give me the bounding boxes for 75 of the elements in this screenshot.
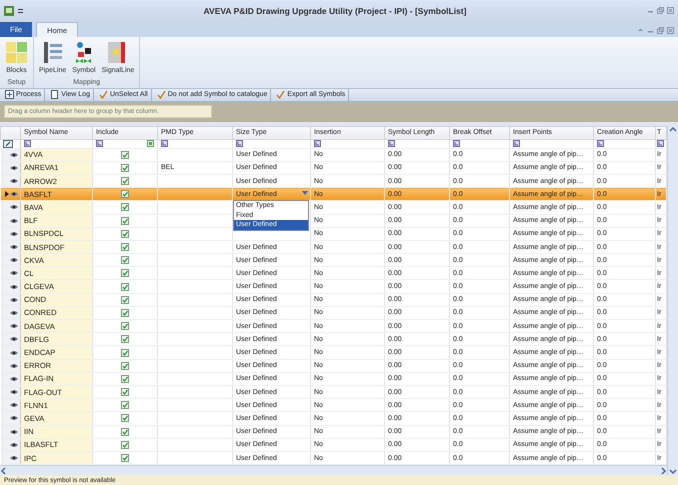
eye-icon[interactable] [10,270,18,276]
checkbox[interactable] [121,177,129,186]
menu-icon[interactable] [18,8,23,14]
row-pointer-icon [5,191,9,198]
checkbox[interactable] [121,362,129,370]
eye-icon[interactable] [10,310,18,316]
grid-icon [5,40,28,64]
edit-icon[interactable] [2,140,12,148]
eye-icon[interactable] [10,204,18,210]
eye-icon[interactable] [10,415,18,422]
eye-icon[interactable] [10,350,18,356]
filter-icon[interactable] [388,140,395,148]
checkbox[interactable] [121,269,129,278]
checkbox[interactable] [121,150,129,159]
checkbox[interactable] [121,216,129,225]
scroll-right-icon[interactable] [659,466,667,475]
eye-icon[interactable] [10,296,18,303]
checkbox[interactable] [121,164,129,172]
checkbox[interactable] [121,335,129,344]
checkbox[interactable] [121,348,129,357]
checkbox[interactable] [121,388,129,396]
eye-icon[interactable] [10,230,18,237]
checkbox[interactable] [121,282,129,291]
eye-icon[interactable] [10,336,18,342]
eye-icon[interactable] [10,257,18,264]
page-icon [50,90,60,100]
eye-icon[interactable] [10,389,18,396]
checkbox[interactable] [121,230,129,238]
checkbox[interactable] [121,190,129,198]
check-icon [156,90,166,100]
checkbox[interactable] [121,322,129,330]
checkbox[interactable] [121,243,129,252]
eye-icon[interactable] [10,428,18,435]
filter-icon[interactable] [657,140,664,148]
eye-icon[interactable] [10,323,18,330]
filter-icon[interactable] [597,140,604,148]
filter-icon[interactable] [513,140,520,148]
eye-icon[interactable] [10,455,18,462]
eye-icon[interactable] [10,402,18,408]
dropdown-arrow-icon[interactable] [302,191,308,196]
filter-icon[interactable] [24,140,31,148]
eye-icon[interactable] [10,152,18,158]
checkbox[interactable] [121,203,129,212]
checkbox[interactable] [121,296,129,304]
scroll-up-icon[interactable] [669,126,677,134]
filter-icon[interactable] [161,140,168,148]
eye-icon[interactable] [10,442,18,448]
eye-icon[interactable] [10,284,18,290]
checkbox[interactable] [121,374,129,383]
filter-icon[interactable] [96,140,103,148]
filter-icon[interactable] [314,140,321,148]
checkbox[interactable] [121,454,129,462]
checkbox[interactable] [121,401,129,410]
checkbox[interactable] [121,440,129,449]
window-title: AVEVA P&ID Drawing Upgrade Utility (Project - IPI) - [SymbolList] [202,6,468,16]
pipes-icon [41,40,64,64]
filter-icon[interactable] [453,140,460,148]
eye-icon[interactable] [10,164,18,171]
app-icon[interactable] [4,6,14,16]
eye-icon[interactable] [10,376,18,382]
checkbox-icon[interactable] [147,140,154,148]
checkbox[interactable] [121,256,129,264]
plus-icon [5,90,14,100]
eye-icon[interactable] [10,178,18,184]
eye-icon[interactable] [10,218,18,224]
scroll-down-icon[interactable] [669,467,677,476]
check-icon [276,90,286,100]
eye-icon[interactable] [10,362,18,369]
scroll-left-icon[interactable] [0,466,8,475]
filter-icon[interactable] [236,140,243,148]
eye-icon[interactable] [10,244,18,250]
check-icon [98,90,108,100]
checkbox[interactable] [121,428,129,436]
checkbox[interactable] [121,308,129,317]
checkbox[interactable] [121,414,129,422]
